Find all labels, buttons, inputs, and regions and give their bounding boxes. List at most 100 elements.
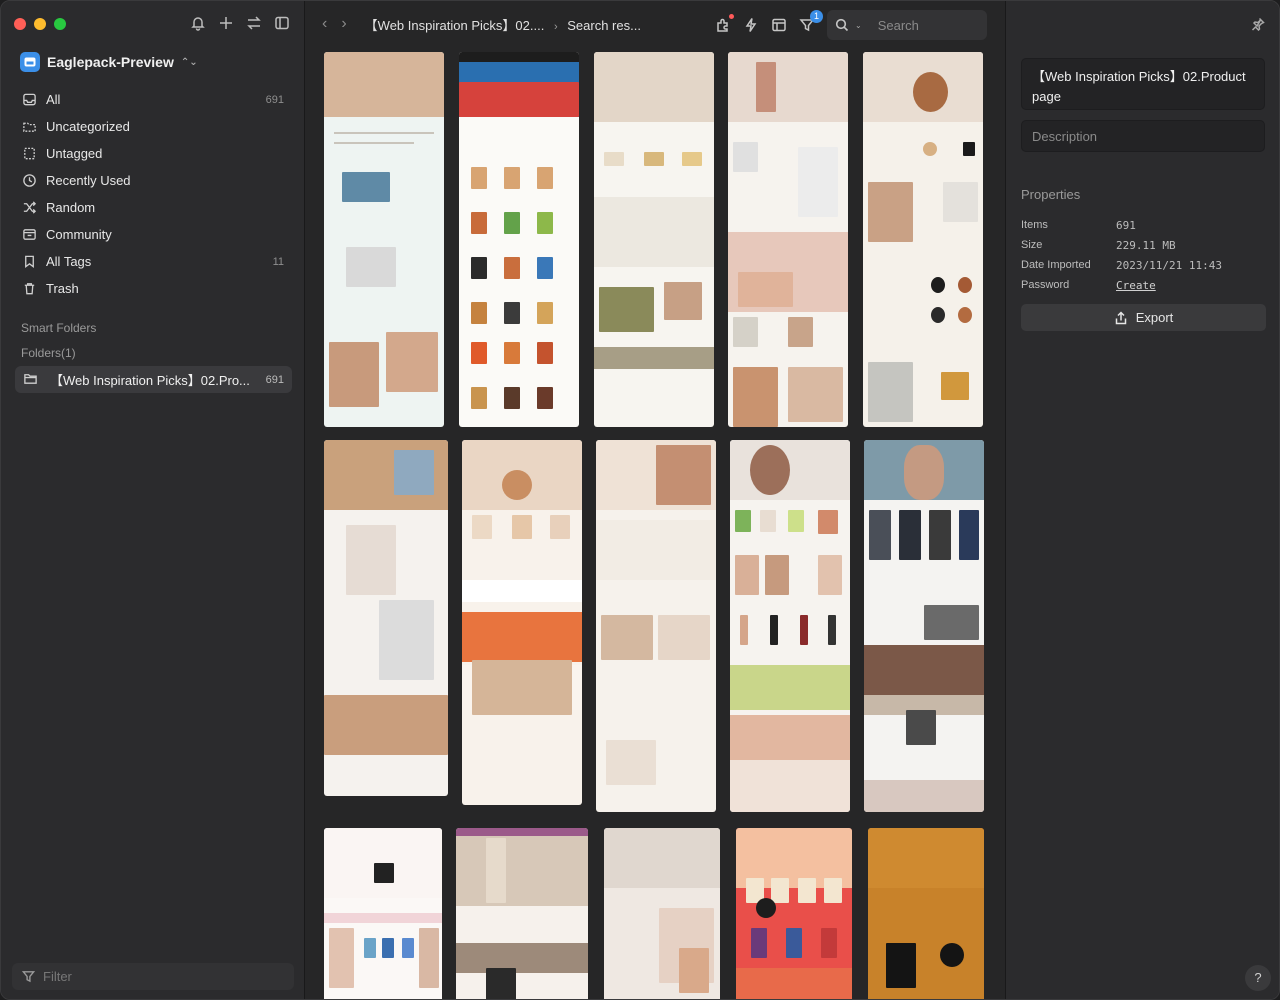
zoom-window-button[interactable] xyxy=(54,18,66,30)
sidebar-item-untagged[interactable]: Untagged xyxy=(15,140,290,167)
swap-icon[interactable] xyxy=(246,15,262,31)
sidebar-item-all-tags[interactable]: All Tags 11 xyxy=(15,248,290,275)
bell-icon[interactable] xyxy=(190,15,206,31)
search-icon xyxy=(835,18,849,32)
sidebar-item-all[interactable]: All 691 xyxy=(15,86,290,113)
notification-dot xyxy=(729,14,734,19)
grid-item[interactable] xyxy=(324,440,448,796)
description-field[interactable]: Description xyxy=(1021,120,1265,152)
grid-item[interactable] xyxy=(864,440,984,812)
property-key: Date Imported xyxy=(1021,259,1091,271)
sidebar-item-community[interactable]: Community xyxy=(15,221,290,248)
sidebar-item-label: Uncategorized xyxy=(46,119,130,134)
forward-arrow-icon[interactable]: › xyxy=(341,15,346,33)
window-controls xyxy=(14,18,66,30)
property-value: 229.11 MB xyxy=(1116,238,1176,252)
library-name: Eaglepack-Preview xyxy=(47,54,174,70)
bookmark-icon xyxy=(21,254,37,270)
grid-item[interactable] xyxy=(459,52,579,427)
sidebar-nav: All 691 Uncategorized Untagged Recently … xyxy=(15,86,290,302)
sidebar-item-random[interactable]: Random xyxy=(15,194,290,221)
pin-icon[interactable] xyxy=(1251,17,1265,34)
sidebar-item-trash[interactable]: Trash xyxy=(15,275,290,302)
add-icon[interactable] xyxy=(218,15,234,31)
export-label: Export xyxy=(1135,310,1174,325)
sidebar-item-label: All xyxy=(46,92,61,107)
help-button[interactable]: ? xyxy=(1245,965,1271,991)
back-arrow-icon[interactable]: ‹ xyxy=(322,15,327,33)
breadcrumb-current[interactable]: Search res... xyxy=(567,18,641,33)
filter-toolbar-icon[interactable]: 1 xyxy=(799,10,823,33)
shuffle-icon xyxy=(21,200,37,216)
grid-item[interactable] xyxy=(456,828,588,999)
chevron-down-icon: ⌄ xyxy=(855,20,862,30)
sidebar-tools xyxy=(190,15,290,31)
library-icon xyxy=(20,52,40,72)
search-input[interactable]: ⌄ Search xyxy=(827,10,987,40)
grid-item[interactable] xyxy=(324,52,444,427)
filter-input[interactable]: Filter xyxy=(12,963,294,990)
untagged-icon xyxy=(21,146,37,162)
property-value: 691 xyxy=(1116,218,1136,232)
grid-item[interactable] xyxy=(596,440,716,812)
sidebar: Eaglepack-Preview ⌃⌄ All 691 Uncategoriz… xyxy=(1,1,305,999)
clock-icon xyxy=(21,173,37,189)
trash-icon xyxy=(21,281,37,297)
grid-item[interactable] xyxy=(324,828,442,999)
layout-icon[interactable] xyxy=(771,17,787,33)
property-key: Password xyxy=(1021,279,1070,291)
grid-item[interactable] xyxy=(863,52,983,427)
plugin-icon[interactable] xyxy=(715,14,734,33)
folder-title-field[interactable]: 【Web Inspiration Picks】02.Product page xyxy=(1021,58,1265,110)
toolbar-actions: 1 ⌄ Search xyxy=(715,10,987,40)
filter-badge: 1 xyxy=(810,10,823,23)
sidebar-item-recently-used[interactable]: Recently Used xyxy=(15,167,290,194)
sidebar-folder-item[interactable]: 【Web Inspiration Picks】02.Pro... 691 xyxy=(15,366,292,393)
property-key: Items xyxy=(1021,219,1048,231)
history-arrows: ‹ › xyxy=(322,15,347,33)
grid-item[interactable] xyxy=(730,440,850,812)
sidebar-item-label: Recently Used xyxy=(46,173,131,188)
export-button[interactable]: Export xyxy=(1021,304,1266,331)
breadcrumb-folder[interactable]: 【Web Inspiration Picks】02.... xyxy=(365,18,545,33)
folder-count: 691 xyxy=(265,373,284,386)
properties-list: Items 691 Size 229.11 MB Date Imported 2… xyxy=(1021,215,1265,295)
sidebar-item-label: Community xyxy=(46,227,112,242)
grid-item[interactable] xyxy=(868,828,984,999)
chevron-updown-icon: ⌃⌄ xyxy=(180,56,198,68)
bolt-icon[interactable] xyxy=(743,17,759,33)
filter-placeholder: Filter xyxy=(43,969,72,984)
property-row: Password Create xyxy=(1021,275,1265,295)
filter-icon xyxy=(22,971,35,983)
inbox-icon xyxy=(21,92,37,108)
folders-header[interactable]: Folders(1) xyxy=(21,346,76,360)
grid-item[interactable] xyxy=(462,440,582,805)
sidebar-item-uncategorized[interactable]: Uncategorized xyxy=(15,113,290,140)
folder-icon xyxy=(23,371,38,389)
sidebar-item-label: All Tags xyxy=(46,254,92,269)
toolbar: ‹ › 【Web Inspiration Picks】02.... › Sear… xyxy=(306,1,1005,47)
sidebar-item-label: Trash xyxy=(46,281,79,296)
property-row: Size 229.11 MB xyxy=(1021,235,1265,255)
minimize-window-button[interactable] xyxy=(34,18,46,30)
properties-header: Properties xyxy=(1021,187,1081,202)
grid-item[interactable] xyxy=(604,828,720,999)
grid-item[interactable] xyxy=(736,828,852,999)
property-key: Size xyxy=(1021,239,1043,251)
inspector-panel: 【Web Inspiration Picks】02.Product page D… xyxy=(1005,1,1279,999)
sidebar-toggle-icon[interactable] xyxy=(274,15,290,31)
smart-folders-header[interactable]: Smart Folders xyxy=(21,321,96,335)
community-icon xyxy=(21,227,37,243)
app-window: Eaglepack-Preview ⌃⌄ All 691 Uncategoriz… xyxy=(0,0,1280,1000)
property-row: Date Imported 2023/11/21 11:43 xyxy=(1021,255,1265,275)
close-window-button[interactable] xyxy=(14,18,26,30)
grid-item[interactable] xyxy=(728,52,848,427)
grid-item[interactable] xyxy=(594,52,714,427)
sidebar-item-count: 11 xyxy=(272,255,284,268)
chevron-right-icon: › xyxy=(553,20,558,33)
sidebar-item-label: Random xyxy=(46,200,96,215)
folder-icon xyxy=(21,119,37,135)
library-switcher[interactable]: Eaglepack-Preview ⌃⌄ xyxy=(20,52,198,72)
folder-label: 【Web Inspiration Picks】02.Pro... xyxy=(50,373,250,388)
create-password-link[interactable]: Create xyxy=(1116,279,1156,292)
